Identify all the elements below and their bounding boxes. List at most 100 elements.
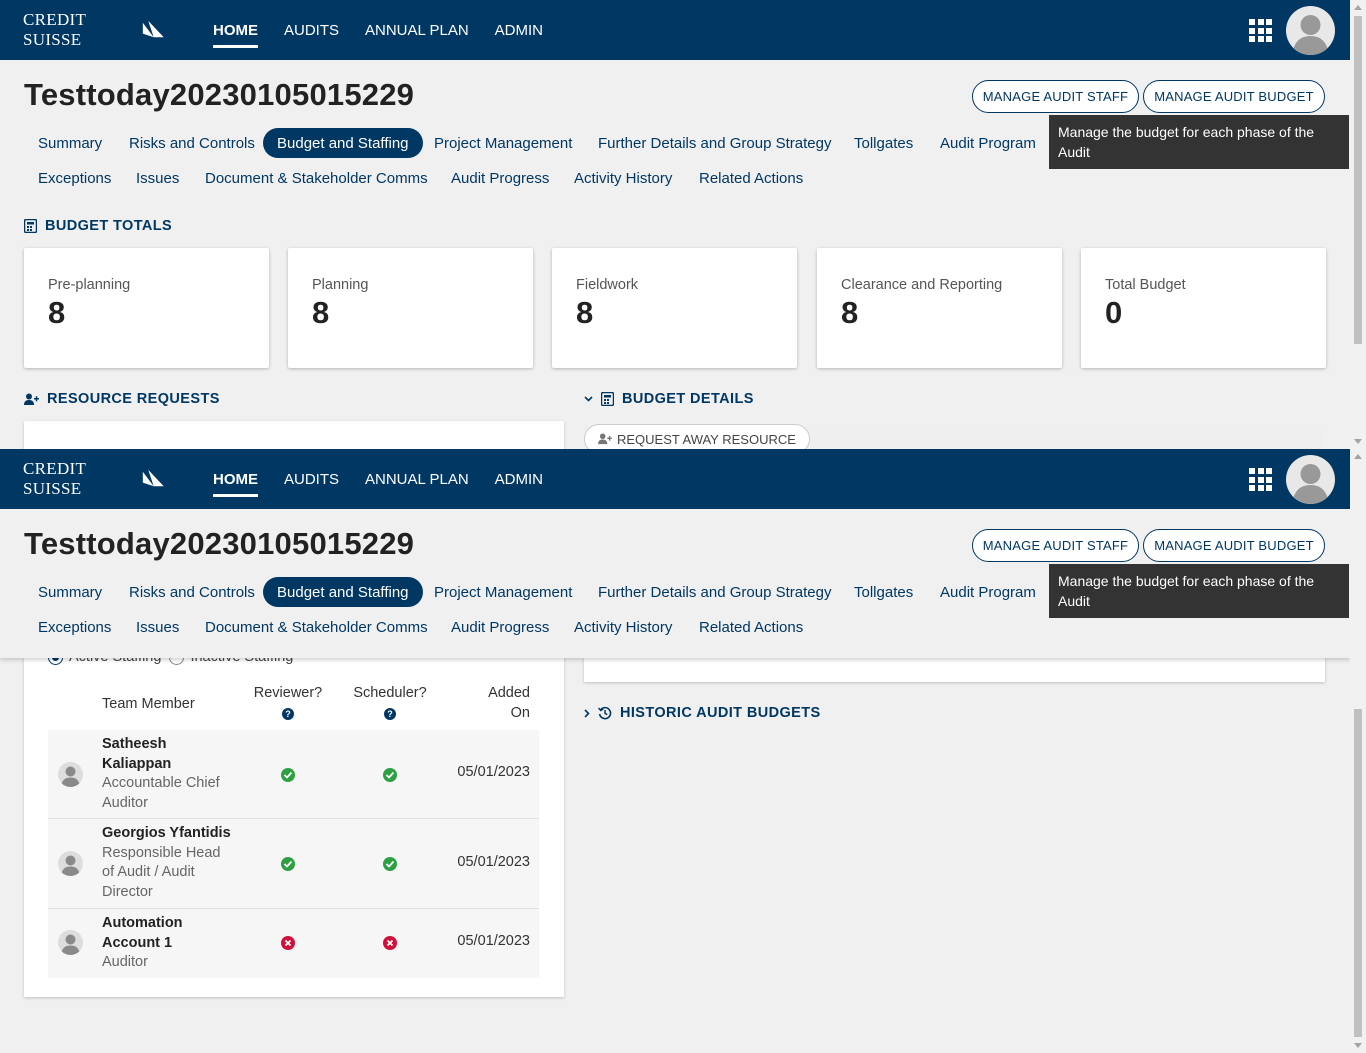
column-reviewer-label: Reviewer? xyxy=(253,685,323,701)
table-row: Satheesh Kaliappan Accountable Chief Aud… xyxy=(48,730,539,819)
audit-header: Testtoday20230105015229 MANAGE AUDIT STA… xyxy=(0,60,1350,200)
column-scheduler: Scheduler? ? xyxy=(348,683,432,723)
manage-audit-budget-button[interactable]: MANAGE AUDIT BUDGET xyxy=(1143,80,1325,113)
tab-further-details[interactable]: Further Details and Group Strategy xyxy=(584,128,845,158)
member-info: Satheesh Kaliappan Accountable Chief Aud… xyxy=(102,735,237,813)
scrollbar-top[interactable] xyxy=(1350,0,1366,449)
tab-further-details[interactable]: Further Details and Group Strategy xyxy=(584,577,845,607)
nav-admin[interactable]: ADMIN xyxy=(495,18,543,43)
audit-header: Testtoday20230105015229 MANAGE AUDIT STA… xyxy=(0,509,1350,649)
nav-admin[interactable]: ADMIN xyxy=(495,467,543,492)
tab-tollgates[interactable]: Tollgates xyxy=(840,128,927,158)
brand-name: CREDIT SUISSE xyxy=(23,459,86,498)
manage-audit-staff-button[interactable]: MANAGE AUDIT STAFF xyxy=(972,80,1139,113)
tab-audit-progress[interactable]: Audit Progress xyxy=(437,163,563,193)
scroll-up-arrow[interactable] xyxy=(1354,5,1362,10)
tab-document-stakeholder-comms[interactable]: Document & Stakeholder Comms xyxy=(191,163,442,193)
brand-name: CREDIT SUISSE xyxy=(23,10,86,49)
tab-budget-and-staffing[interactable]: Budget and Staffing xyxy=(263,577,423,607)
tab-activity-history[interactable]: Activity History xyxy=(560,163,686,193)
scroll-down-arrow[interactable] xyxy=(1354,439,1362,444)
budget-details-heading-text: BUDGET DETAILS xyxy=(622,391,754,407)
user-silhouette-icon xyxy=(61,855,80,876)
tab-risks-and-controls[interactable]: Risks and Controls xyxy=(115,577,269,607)
tab-tollgates[interactable]: Tollgates xyxy=(840,577,927,607)
budget-card-clearance-reporting: Clearance and Reporting 8 xyxy=(817,248,1062,368)
budget-card-value: 0 xyxy=(1105,295,1123,330)
scrollbar-bottom[interactable] xyxy=(1350,449,1366,1053)
user-plus-icon xyxy=(598,433,612,445)
scheduler-cross-icon xyxy=(383,936,397,950)
tab-related-actions[interactable]: Related Actions xyxy=(685,612,817,642)
budget-totals-heading: BUDGET TOTALS xyxy=(24,218,172,234)
tab-summary[interactable]: Summary xyxy=(24,577,116,607)
member-info: Automation Account 1 Auditor xyxy=(102,914,237,973)
tab-audit-program[interactable]: Audit Program xyxy=(926,128,1050,158)
calculator-icon xyxy=(24,219,37,233)
tab-activity-history[interactable]: Activity History xyxy=(560,612,686,642)
main-nav: HOME AUDITS ANNUAL PLAN ADMIN xyxy=(213,467,569,497)
column-scheduler-label: Scheduler? xyxy=(353,685,427,701)
tab-issues[interactable]: Issues xyxy=(122,612,193,642)
tab-related-actions[interactable]: Related Actions xyxy=(685,163,817,193)
member-role: Director xyxy=(102,883,153,900)
member-role: Responsible Head xyxy=(102,844,221,861)
apps-grid-icon[interactable] xyxy=(1249,19,1272,42)
sails-logo-icon xyxy=(143,20,165,38)
tab-audit-program[interactable]: Audit Program xyxy=(926,577,1050,607)
user-avatar[interactable] xyxy=(1286,455,1335,504)
tab-budget-and-staffing[interactable]: Budget and Staffing xyxy=(263,128,423,158)
manage-audit-budget-button[interactable]: MANAGE AUDIT BUDGET xyxy=(1143,529,1325,562)
top-navigation-bar: CREDIT SUISSE HOME AUDITS ANNUAL PLAN AD… xyxy=(0,0,1350,60)
member-name: Satheesh xyxy=(102,736,167,752)
budget-card-value: 8 xyxy=(312,295,330,330)
nav-audits[interactable]: AUDITS xyxy=(284,467,339,492)
request-away-resource-label: REQUEST AWAY RESOURCE xyxy=(617,431,796,447)
historic-audit-budgets-heading[interactable]: HISTORIC AUDIT BUDGETS xyxy=(584,705,821,721)
manage-audit-staff-button[interactable]: MANAGE AUDIT STAFF xyxy=(972,529,1139,562)
tab-exceptions[interactable]: Exceptions xyxy=(24,612,125,642)
member-name: Georgios Yfantidis xyxy=(102,825,231,841)
scroll-up-arrow[interactable] xyxy=(1354,454,1362,459)
nav-annual-plan[interactable]: ANNUAL PLAN xyxy=(365,467,469,492)
viewport-bottom: Active Staffing Inactive Staffing Team M… xyxy=(0,449,1350,1053)
member-role: Accountable Chief xyxy=(102,775,220,791)
help-icon[interactable]: ? xyxy=(384,708,396,720)
nav-audits[interactable]: AUDITS xyxy=(284,18,339,43)
tab-project-management[interactable]: Project Management xyxy=(420,577,586,607)
scrollbar-thumb[interactable] xyxy=(1354,16,1362,344)
member-avatar xyxy=(58,762,83,787)
resource-requests-panel xyxy=(24,421,564,449)
user-silhouette-icon xyxy=(1292,464,1329,504)
tab-document-stakeholder-comms[interactable]: Document & Stakeholder Comms xyxy=(191,612,442,642)
budget-card-value: 8 xyxy=(48,295,66,330)
member-name: Automation xyxy=(102,915,183,931)
tab-exceptions[interactable]: Exceptions xyxy=(24,163,125,193)
top-navigation-bar: CREDIT SUISSE HOME AUDITS ANNUAL PLAN AD… xyxy=(0,449,1350,509)
scroll-down-arrow[interactable] xyxy=(1354,1043,1362,1048)
credit-suisse-logo[interactable]: CREDIT SUISSE xyxy=(23,10,165,50)
nav-home[interactable]: HOME xyxy=(213,18,258,48)
scheduler-check-icon xyxy=(383,857,397,871)
nav-home[interactable]: HOME xyxy=(213,467,258,497)
scrollbar-thumb[interactable] xyxy=(1354,709,1362,1037)
help-icon[interactable]: ? xyxy=(282,708,294,720)
budget-details-heading[interactable]: BUDGET DETAILS xyxy=(584,391,754,407)
staffing-table-header: Team Member Reviewer? ? Scheduler? ? Add… xyxy=(48,683,539,728)
member-avatar xyxy=(58,930,83,955)
apps-grid-icon[interactable] xyxy=(1249,468,1272,491)
tab-issues[interactable]: Issues xyxy=(122,163,193,193)
nav-annual-plan[interactable]: ANNUAL PLAN xyxy=(365,18,469,43)
tab-audit-progress[interactable]: Audit Progress xyxy=(437,612,563,642)
table-row: Georgios Yfantidis Responsible Head of A… xyxy=(48,819,539,909)
credit-suisse-logo[interactable]: CREDIT SUISSE xyxy=(23,459,165,499)
tab-project-management[interactable]: Project Management xyxy=(420,128,586,158)
member-role: Auditor xyxy=(102,954,148,970)
tab-summary[interactable]: Summary xyxy=(24,128,116,158)
user-avatar[interactable] xyxy=(1286,6,1335,55)
resource-requests-heading-text: RESOURCE REQUESTS xyxy=(47,391,220,407)
user-silhouette-icon xyxy=(1292,15,1329,55)
request-away-resource-button[interactable]: REQUEST AWAY RESOURCE xyxy=(584,424,810,449)
added-on-date: 05/01/2023 xyxy=(457,764,530,780)
tab-risks-and-controls[interactable]: Risks and Controls xyxy=(115,128,269,158)
